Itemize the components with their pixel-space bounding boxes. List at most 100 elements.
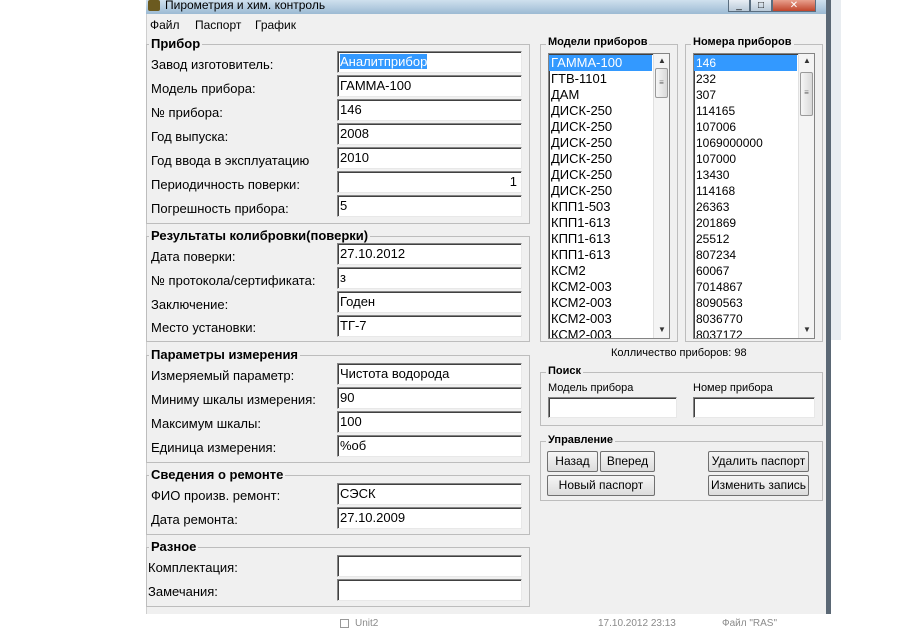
scroll-down-arrow-icon[interactable]: ▼ <box>800 324 814 336</box>
model-field[interactable]: ГАММА-100 <box>337 75 522 97</box>
list-item[interactable]: ДИСК-250 <box>549 119 652 135</box>
scale-max-field[interactable]: 100 <box>337 411 522 433</box>
list-item[interactable]: 201869 <box>694 215 797 231</box>
models-list-items: ГАММА-100 ГТВ-1101 ДАМ ДИСК-250 ДИСК-250 ДИСК… <box>549 55 652 338</box>
list-item[interactable]: КСМ2-003 <box>549 311 652 327</box>
list-item[interactable]: 60067 <box>694 263 797 279</box>
list-item[interactable]: 107000 <box>694 151 797 167</box>
list-item[interactable]: 107006 <box>694 119 797 135</box>
scroll-thumb[interactable]: ≡ <box>655 68 668 98</box>
models-scrollbar[interactable]: ▲ ≡ ▼ <box>653 54 669 338</box>
list-item[interactable]: 114165 <box>694 103 797 119</box>
repair-date-label: Дата ремонта: <box>151 512 238 527</box>
search-number-input[interactable] <box>693 397 815 418</box>
close-button[interactable]: ✕ <box>772 0 816 12</box>
device-number-field[interactable]: 146 <box>337 99 522 121</box>
verification-date-field[interactable]: 27.10.2012 <box>337 243 522 265</box>
list-item[interactable]: 807234 <box>694 247 797 263</box>
install-location-field[interactable]: ТГ-7 <box>337 315 522 337</box>
back-button[interactable]: Назад <box>547 451 598 472</box>
commissioning-year-field[interactable]: 2010 <box>337 147 522 169</box>
search-model-label: Модель прибора <box>548 382 634 394</box>
conclusion-field[interactable]: Годен <box>337 291 522 313</box>
search-model-input[interactable] <box>548 397 677 418</box>
window-title: Пирометрия и хим. контроль <box>165 0 326 12</box>
scroll-down-arrow-icon[interactable]: ▼ <box>655 324 669 336</box>
list-item[interactable]: ДИСК-250 <box>549 135 652 151</box>
new-passport-button[interactable]: Новый паспорт <box>547 475 655 496</box>
list-item[interactable]: ГТВ-1101 <box>549 71 652 87</box>
list-item[interactable]: 8090563 <box>694 295 797 311</box>
list-item[interactable]: КПП1-613 <box>549 231 652 247</box>
release-year-field[interactable]: 2008 <box>337 123 522 145</box>
manufacturer-label: Завод изготовитель: <box>151 57 274 72</box>
repair-group-title: Сведения о ремонте <box>149 467 286 482</box>
commissioning-year-label: Год ввода в эксплуатацию <box>151 153 310 168</box>
menu-chart[interactable]: График <box>255 18 296 32</box>
delete-passport-button[interactable]: Удалить паспорт <box>708 451 809 472</box>
forward-button[interactable]: Вперед <box>600 451 655 472</box>
window-border <box>826 0 831 614</box>
list-item[interactable]: КСМ2 <box>549 263 652 279</box>
repair-date-field[interactable]: 27.10.2009 <box>337 507 522 529</box>
list-item[interactable]: 8037172 <box>694 327 797 338</box>
scroll-thumb[interactable]: ≡ <box>800 72 813 116</box>
list-item[interactable]: 8036770 <box>694 311 797 327</box>
models-group-title: Модели приборов <box>546 36 650 48</box>
scale-max-label: Максимум шкалы: <box>151 416 261 431</box>
list-item[interactable]: 25512 <box>694 231 797 247</box>
list-item[interactable]: 232 <box>694 71 797 87</box>
window-edge <box>831 0 841 340</box>
list-item[interactable]: ДИСК-250 <box>549 151 652 167</box>
kit-field[interactable] <box>337 555 522 577</box>
list-item[interactable]: ДИСК-250 <box>549 183 652 199</box>
list-item[interactable]: КПП1-613 <box>549 247 652 263</box>
scale-min-field[interactable]: 90 <box>337 387 522 409</box>
list-item[interactable]: 1069000000 <box>694 135 797 151</box>
list-item[interactable]: ДАМ <box>549 87 652 103</box>
list-item[interactable]: КСМ2-003 <box>549 295 652 311</box>
search-group-title: Поиск <box>546 365 584 377</box>
list-item[interactable]: 146 <box>694 55 797 71</box>
numbers-scrollbar[interactable]: ▲ ≡ ▼ <box>798 54 814 338</box>
device-error-field[interactable]: 5 <box>337 195 522 217</box>
measured-param-label: Измеряемый параметр: <box>151 368 295 383</box>
unit-field[interactable]: %об <box>337 435 522 457</box>
list-item[interactable]: 7014867 <box>694 279 797 295</box>
scroll-up-arrow-icon[interactable]: ▲ <box>800 55 814 67</box>
list-item[interactable]: КСМ2-003 <box>549 327 652 338</box>
protocol-number-field[interactable]: з <box>337 267 522 289</box>
verification-period-field[interactable]: 1 <box>337 171 522 193</box>
list-item[interactable]: КПП1-613 <box>549 215 652 231</box>
list-item[interactable]: ГАММА-100 <box>549 55 652 71</box>
list-item[interactable]: 26363 <box>694 199 797 215</box>
manufacturer-field[interactable]: Аналитприбор <box>337 51 522 73</box>
edit-record-button[interactable]: Изменить запись <box>708 475 809 496</box>
background-file-date: 17.10.2012 23:13 <box>598 618 676 629</box>
list-item[interactable]: ДИСК-250 <box>549 103 652 119</box>
numbers-group-title: Номера приборов <box>691 36 794 48</box>
device-number-label: № прибора: <box>151 105 223 120</box>
numbers-listbox[interactable]: 146 232 307 114165 107006 1069000000 107000 134… <box>693 53 815 339</box>
list-item[interactable]: 13430 <box>694 167 797 183</box>
list-item[interactable]: 114168 <box>694 183 797 199</box>
device-error-label: Погрешность прибора: <box>151 201 289 216</box>
repair-person-field[interactable]: СЭСК <box>337 483 522 505</box>
model-label: Модель прибора: <box>151 81 256 96</box>
list-item[interactable]: КПП1-503 <box>549 199 652 215</box>
menu-passport[interactable]: Паспорт <box>195 18 241 32</box>
measured-param-field[interactable]: Чистота водорода <box>337 363 522 385</box>
verification-date-label: Дата поверки: <box>151 249 236 264</box>
list-item[interactable]: КСМ2-003 <box>549 279 652 295</box>
minimize-button[interactable]: _ <box>728 0 750 12</box>
remarks-field[interactable] <box>337 579 522 601</box>
menu-bar <box>146 18 826 36</box>
numbers-list-items: 146 232 307 114165 107006 1069000000 107000 134… <box>694 55 797 338</box>
list-item[interactable]: 307 <box>694 87 797 103</box>
search-number-label: Номер прибора <box>693 382 773 394</box>
menu-file[interactable]: Файл <box>150 18 180 32</box>
list-item[interactable]: ДИСК-250 <box>549 167 652 183</box>
scroll-up-arrow-icon[interactable]: ▲ <box>655 55 669 67</box>
maximize-button[interactable]: □ <box>750 0 772 12</box>
models-listbox[interactable]: ГАММА-100 ГТВ-1101 ДАМ ДИСК-250 ДИСК-250 ДИСК… <box>548 53 670 339</box>
